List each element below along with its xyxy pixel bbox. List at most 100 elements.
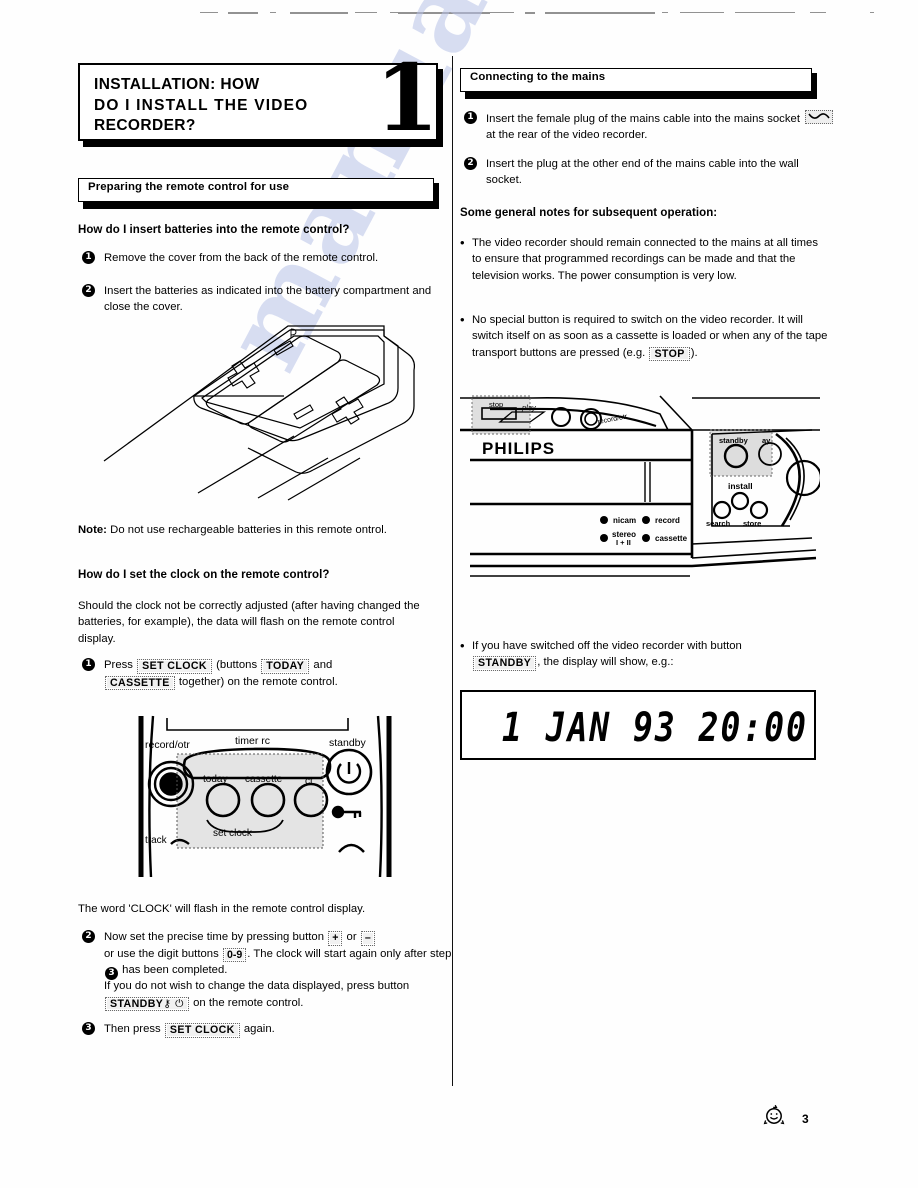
remote-label-record-otr: record/otr	[145, 739, 190, 751]
step-number-2: 2	[82, 930, 95, 943]
note2-text-b: ).	[690, 346, 698, 359]
note-rechargeable-batteries: Note: Do not use rechargeable batteries …	[78, 522, 423, 538]
step-number-3-reference: 3	[105, 967, 118, 980]
step3-text-pre: Then press	[104, 1023, 161, 1035]
svg-text:I + II: I + II	[616, 538, 631, 547]
remote-label-standby: standby	[329, 737, 367, 749]
vcr-label-store: store	[743, 519, 761, 528]
remote-label-timer-rc: timer rc	[235, 735, 270, 747]
vcr-lcd-display: 1 JAN 93 20:00	[460, 690, 816, 760]
step-remove-cover-text: Remove the cover from the back of the re…	[104, 252, 379, 264]
chapter-title-line2: DO I INSTALL THE VIDEO	[94, 96, 309, 114]
step3-text-post: again.	[243, 1023, 275, 1035]
clock-intro-text: Should the clock not be correctly adjust…	[78, 600, 420, 645]
step-buttons-label: (buttons	[216, 659, 258, 671]
vcr-brand: PHILIPS	[482, 439, 555, 458]
step-press-set-clock: 1 Press SET CLOCK (buttons TODAY and CAS…	[82, 657, 456, 690]
key-today[interactable]: TODAY	[261, 659, 310, 674]
vcr-front-panel-figure: stop play record/otr PHILIPS nicam recor…	[460, 386, 823, 588]
mains-socket-icon	[805, 110, 834, 124]
chapter-title-line3: RECORDER?	[94, 117, 196, 135]
chapter-number: 1	[374, 44, 439, 152]
vcr-led-nicam: nicam	[613, 516, 636, 525]
scan-artifact-strip	[0, 12, 918, 20]
remote-label-select: ct	[305, 776, 313, 787]
step1-mains-text-a: Insert the female plug of the mains cabl…	[486, 113, 800, 125]
lcd-display-text: 1 JAN 93 20:00	[501, 703, 808, 751]
page-title: INSTALLATION: HOW DO I INSTALL THE VIDEO…	[94, 75, 344, 137]
key-stop[interactable]: STOP	[649, 346, 690, 362]
step2-text-c: . The clock will start again only after …	[247, 947, 452, 960]
chapter-title-block: INSTALLATION: HOW DO I INSTALL THE VIDEO…	[78, 44, 443, 152]
step2-mains-text: Insert the plug at the other end of the …	[486, 158, 799, 187]
remote-label-cassette: cassette	[245, 774, 283, 785]
section-bar-connecting-mains: Connecting to the mains	[460, 68, 817, 99]
section-bar-preparing-remote: Preparing the remote control for use	[78, 178, 439, 209]
vcr-label-play: play	[521, 403, 537, 412]
key-set-clock[interactable]: SET CLOCK	[164, 1023, 240, 1038]
page-number: 3	[802, 1111, 809, 1126]
key-digits-0-9[interactable]: 0-9	[222, 947, 247, 962]
remote-label-track: track	[145, 835, 168, 846]
step-number-2: 2	[82, 284, 95, 297]
note3-text-a: If you have switched off the video recor…	[472, 640, 742, 652]
step2-or: or	[346, 931, 357, 943]
remote-control-figure: record/otr timer rc standby today casset…	[133, 712, 423, 878]
recycle-smiley-icon	[762, 1104, 786, 1133]
key-standby[interactable]: STANDBY⚷ ⏻	[105, 996, 189, 1012]
remote-label-set-clock: set clock	[213, 828, 253, 839]
heading-set-clock: How do I set the clock on the remote con…	[78, 569, 330, 581]
note-no-special-button: No special button is required to switch …	[460, 311, 828, 362]
key-cassette[interactable]: CASSETTE	[105, 675, 175, 690]
step2-text-f: on the remote control.	[193, 996, 304, 1009]
step-and-label: and	[313, 659, 333, 671]
heading-general-notes: Some general notes for subsequent operat…	[460, 207, 718, 219]
step1-mains-text-b: at the rear of the video recorder.	[486, 129, 648, 142]
vcr-led-cassette: cassette	[655, 534, 688, 543]
note-stay-connected: The video recorder should remain connect…	[460, 234, 828, 284]
step-number-1: 1	[464, 111, 477, 124]
note-label: Note:	[78, 524, 107, 536]
step-press-set-clock-again: 3 Then press SET CLOCK again.	[82, 1021, 456, 1038]
vcr-label-standby: standby	[719, 436, 749, 445]
chapter-box: INSTALLATION: HOW DO I INSTALL THE VIDEO…	[78, 44, 439, 152]
step-insert-wall-socket: 2 Insert the plug at the other end of th…	[464, 156, 834, 189]
step-insert-female-plug: 1 Insert the female plug of the mains ca…	[464, 110, 838, 144]
vcr-label-display: ay	[762, 436, 771, 445]
step2-text-e: If you do not wish to change the data di…	[104, 980, 410, 993]
key-minus[interactable]: –	[360, 931, 375, 946]
vcr-label-install: install	[728, 481, 753, 491]
note-standby-display: If you have switched off the video recor…	[460, 637, 828, 671]
chapter-title-line1: INSTALLATION: HOW	[94, 76, 260, 93]
step-number-1: 1	[82, 658, 95, 671]
step-insert-batteries-text: Insert the batteries as indicated into t…	[104, 285, 432, 314]
manual-page: manualslive.com INSTALLATION: HOW DO I I…	[0, 0, 918, 1188]
step-remove-cover: 1 Remove the cover from the back of the …	[82, 250, 456, 266]
vcr-led-record: record	[655, 516, 680, 525]
step2-text-d: has been completed.	[122, 964, 228, 976]
section-title-connecting-mains: Connecting to the mains	[470, 71, 606, 83]
page-footer: 3	[762, 1104, 809, 1133]
vcr-label-record-otr: record/otr	[597, 413, 628, 426]
clock-flash-text: The word 'CLOCK' will flash in the remot…	[78, 903, 366, 915]
remote-label-today: today	[203, 774, 227, 785]
step-insert-batteries: 2 Insert the batteries as indicated into…	[82, 283, 444, 316]
step-number-3: 3	[82, 1022, 95, 1035]
step2-text-b: or use the digit buttons	[104, 947, 219, 960]
step-number-1: 1	[82, 251, 95, 264]
vcr-label-search: search	[706, 519, 731, 528]
note3-text-b: , the display will show, e.g.:	[537, 656, 674, 669]
section-title-preparing-remote: Preparing the remote control for use	[88, 181, 290, 193]
step-press-label: Press	[104, 659, 133, 671]
vcr-label-stop: stop	[489, 400, 503, 409]
heading-insert-batteries: How do I insert batteries into the remot…	[78, 224, 350, 236]
step-together-label: together) on the remote control.	[178, 675, 338, 688]
step-number-2: 2	[464, 157, 477, 170]
note-text: Do not use rechargeable batteries in thi…	[110, 524, 387, 536]
remote-battery-compartment-figure	[98, 318, 438, 513]
step2-text-a: Now set the precise time by pressing but…	[104, 931, 325, 943]
key-standby[interactable]: STANDBY	[473, 656, 537, 671]
step-set-precise-time: 2 Now set the precise time by pressing b…	[82, 929, 456, 1012]
key-set-clock[interactable]: SET CLOCK	[137, 659, 212, 674]
key-plus[interactable]: +	[328, 931, 343, 946]
